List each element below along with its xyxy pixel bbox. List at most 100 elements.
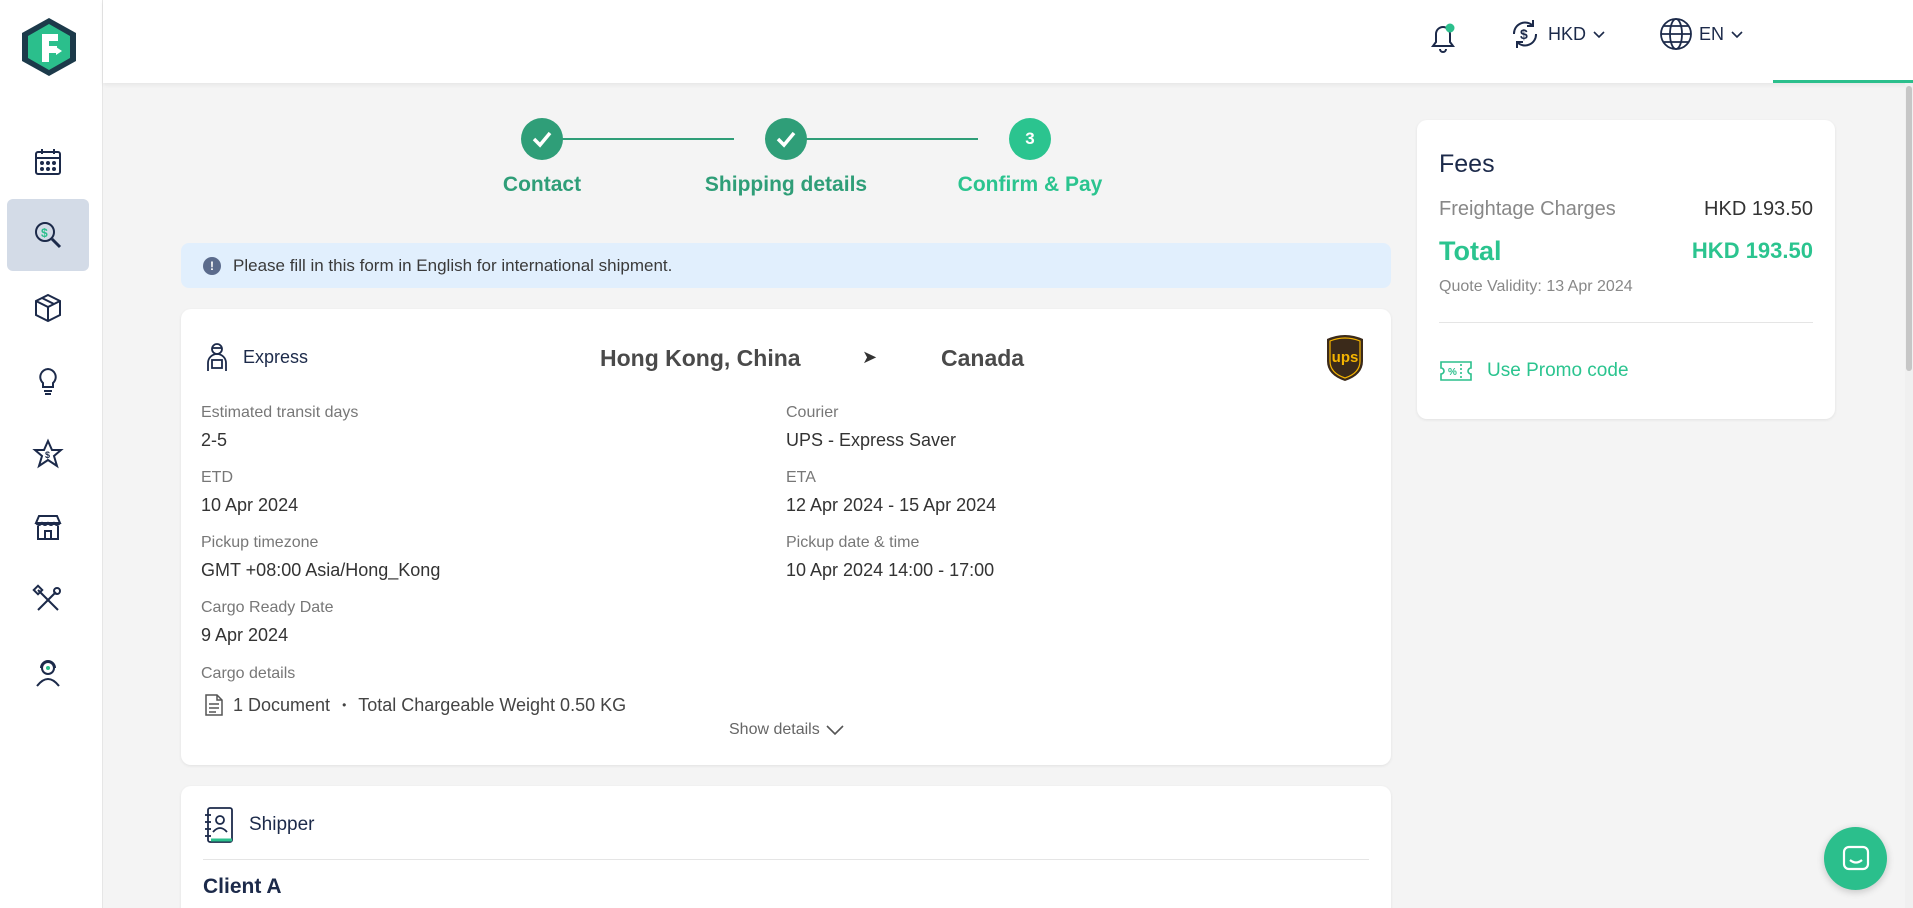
sidebar-item-ideas[interactable]: [7, 345, 89, 417]
route-arrow: ➤: [862, 347, 878, 367]
pickup-datetime-value: 10 Apr 2024 14:00 - 17:00: [786, 560, 995, 580]
cargo-details-label: Cargo details: [201, 665, 296, 682]
service-label: Express: [243, 346, 309, 367]
check-icon: [776, 131, 796, 148]
eta-label: ETA: [786, 469, 816, 486]
promo-code-button[interactable]: % Use Promo code: [1439, 360, 1629, 382]
step-1-circle: [521, 118, 563, 160]
scrollbar-thumb[interactable]: [1906, 86, 1912, 371]
chat-icon: [1842, 845, 1869, 870]
step-3-circle: 3: [1009, 118, 1051, 160]
chevron-down-icon: [1731, 31, 1743, 39]
package-icon: [35, 293, 61, 323]
svg-text:%: %: [1448, 367, 1457, 378]
step-2-circle: [765, 118, 807, 160]
etd-value: 10 Apr 2024: [201, 495, 299, 515]
step-1-label: Contact: [502, 173, 582, 196]
freight-row: Freightage Charges HKD 193.50: [1439, 198, 1813, 221]
delivery-person-icon: [207, 343, 227, 371]
account-tab-indicator: [1773, 80, 1913, 83]
globe-icon: [1660, 18, 1692, 50]
chat-support-button[interactable]: [1824, 827, 1887, 890]
notifications-button[interactable]: [1426, 18, 1460, 56]
cargo-count: 1 Document: [233, 694, 331, 715]
currency-selector[interactable]: $ HKD: [1508, 16, 1606, 52]
total-value: HKD 193.50: [1691, 238, 1813, 263]
pickup-timezone-label: Pickup timezone: [201, 534, 319, 551]
cargo-weight: Total Chargeable Weight 0.50 KG: [358, 694, 627, 715]
sidebar-item-store[interactable]: [7, 491, 89, 563]
transit-days-label: Estimated transit days: [201, 404, 359, 421]
quote-validity: Quote Validity: 13 Apr 2024: [1439, 278, 1633, 295]
svg-text:$: $: [45, 450, 50, 460]
star-dollar-icon: $: [32, 438, 64, 469]
calendar-icon: [35, 149, 61, 175]
check-icon: [532, 131, 552, 148]
show-details-label: Show details: [729, 721, 820, 738]
language-selector[interactable]: EN: [1659, 16, 1744, 52]
courier-logo: ups: [1325, 333, 1365, 381]
info-notice: ! Please fill in this form in English fo…: [181, 243, 1391, 288]
coupon-icon: %: [1440, 361, 1472, 381]
cargo-summary: 1 Document • Total Chargeable Weight 0.5…: [203, 693, 626, 717]
sidebar-item-rewards[interactable]: $: [7, 418, 89, 490]
chevron-down-icon: [1593, 31, 1605, 39]
cargo-ready-label: Cargo Ready Date: [201, 599, 334, 616]
shipper-card: Shipper Client A: [181, 786, 1391, 908]
route-origin: Hong Kong, China: [600, 345, 801, 371]
cargo-ready-value: 9 Apr 2024: [201, 625, 289, 645]
support-agent-icon: [36, 660, 60, 687]
info-icon: !: [203, 256, 221, 275]
total-label: Total: [1439, 236, 1502, 266]
fees-card: Fees Freightage Charges HKD 193.50 Total…: [1417, 120, 1835, 419]
service-type: Express: [203, 341, 308, 373]
step-2-label: Shipping details: [704, 173, 868, 196]
fees-title: Fees: [1439, 150, 1495, 178]
courier-value: UPS - Express Saver: [786, 430, 957, 450]
svg-text:$: $: [41, 226, 48, 240]
tools-icon: [32, 584, 61, 611]
freight-label: Freightage Charges: [1439, 198, 1616, 220]
pickup-timezone-value: GMT +08:00 Asia/Hong_Kong: [201, 560, 441, 580]
sidebar-item-calendar[interactable]: [7, 126, 89, 198]
freight-value: HKD 193.50: [1704, 198, 1813, 220]
cargo-separator: •: [342, 698, 347, 712]
shipper-client-name: Client A: [203, 875, 282, 898]
app-logo[interactable]: [22, 18, 76, 76]
top-bar: $ HKD EN: [103, 0, 1913, 83]
show-details-button[interactable]: Show details: [729, 721, 844, 739]
step-3-label: Confirm & Pay: [957, 173, 1103, 196]
page-scrollbar[interactable]: [1905, 83, 1913, 908]
checkout-stepper: Contact Shipping details 3 Confirm & Pay: [490, 118, 1110, 208]
search-dollar-icon: $: [35, 222, 62, 249]
sidebar-item-quote[interactable]: $: [7, 199, 89, 271]
step-connector: [542, 138, 734, 140]
transit-days-value: 2-5: [201, 430, 228, 450]
currency-exchange-icon: $: [1512, 20, 1538, 48]
route-destination: Canada: [941, 345, 1025, 371]
sidebar-item-tools[interactable]: [7, 564, 89, 636]
eta-value: 12 Apr 2024 - 15 Apr 2024: [786, 495, 997, 515]
notice-text: Please fill in this form in English for …: [233, 255, 673, 275]
address-book-icon: [205, 807, 233, 843]
svg-text:$: $: [1520, 26, 1528, 42]
document-icon: [205, 694, 223, 716]
currency-value: HKD: [1548, 23, 1587, 44]
svg-text:ups: ups: [1332, 349, 1359, 366]
shipper-title: Shipper: [249, 814, 315, 835]
chevron-down-icon: [826, 725, 844, 736]
divider: [203, 859, 1369, 860]
sidebar-item-support[interactable]: [7, 637, 89, 709]
etd-label: ETD: [201, 469, 233, 486]
total-row: Total HKD 193.50: [1439, 236, 1813, 267]
shipment-summary-card: Express Hong Kong, China ➤ Canada ups Es…: [181, 309, 1391, 765]
divider: [1439, 322, 1813, 323]
sidebar-item-shipments[interactable]: [7, 272, 89, 344]
pickup-datetime-label: Pickup date & time: [786, 534, 920, 551]
lightbulb-icon: [39, 367, 57, 395]
bell-icon: [1431, 23, 1455, 53]
step-connector: [786, 138, 978, 140]
promo-code-label: Use Promo code: [1487, 360, 1629, 381]
store-icon: [34, 515, 62, 540]
sidebar: $ $: [0, 0, 103, 908]
